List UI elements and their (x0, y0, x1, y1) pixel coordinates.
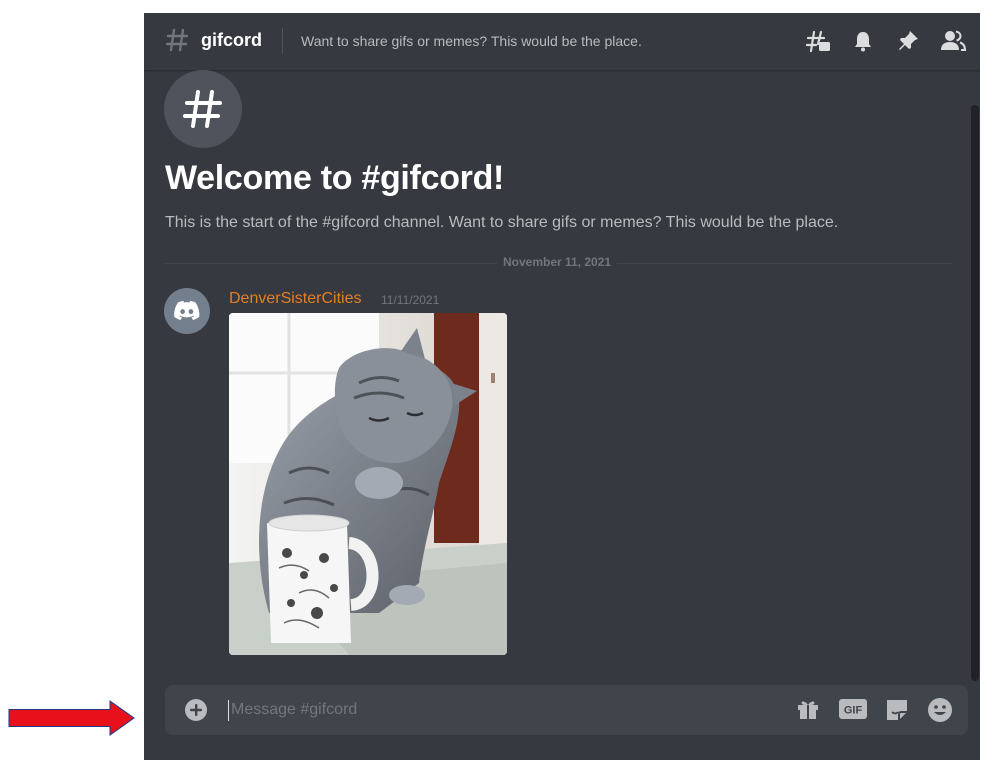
header-divider (282, 28, 283, 54)
members-icon[interactable] (940, 29, 967, 58)
welcome-title: Welcome to #gifcord! (165, 159, 505, 197)
date-divider-label: November 11, 2021 (497, 255, 618, 269)
message-input[interactable] (229, 697, 773, 723)
welcome-description: This is the start of the #gifcord channe… (165, 214, 839, 231)
scrollbar[interactable] (971, 105, 979, 681)
channel-welcome-icon (164, 70, 242, 148)
discord-channel-view: gifcord Want to share gifs or memes? Thi… (144, 13, 980, 760)
pin-icon[interactable] (896, 29, 920, 58)
message-timestamp: 11/11/2021 (381, 293, 440, 307)
gif-label: GIF (844, 705, 863, 717)
bell-icon[interactable] (851, 29, 875, 58)
threads-icon[interactable] (805, 29, 832, 60)
gif-attachment[interactable] (229, 313, 507, 655)
avatar[interactable] (164, 288, 210, 334)
cat-gif-image (229, 313, 507, 655)
hash-icon (183, 90, 222, 128)
channel-hash-icon (165, 26, 189, 59)
gif-icon[interactable]: GIF (838, 697, 868, 726)
channel-name: gifcord (201, 30, 262, 50)
sticker-icon[interactable] (884, 697, 910, 728)
channel-topic[interactable]: Want to share gifs or memes? This would … (301, 33, 642, 49)
channel-header: gifcord Want to share gifs or memes? Thi… (144, 13, 980, 71)
discord-logo-icon (174, 300, 200, 320)
message-author[interactable]: DenverSisterCities (229, 290, 361, 308)
add-icon[interactable] (184, 698, 208, 727)
gift-icon[interactable] (796, 697, 820, 726)
emoji-icon[interactable] (927, 697, 953, 728)
message-composer: GIF (165, 685, 968, 735)
annotation-arrow (8, 700, 136, 741)
